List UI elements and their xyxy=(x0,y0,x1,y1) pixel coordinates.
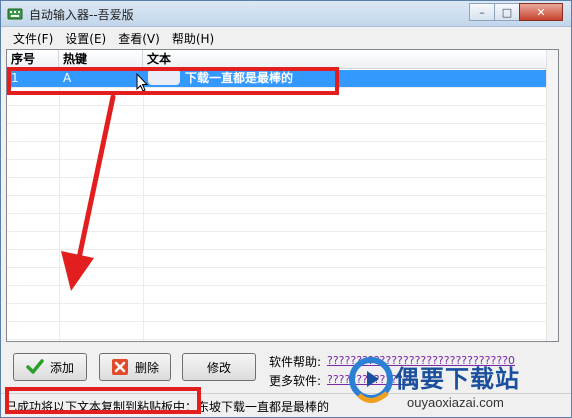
watermark: 偶要下载站 ouyaoxiazai.com xyxy=(349,355,569,415)
watermark-domain: ouyaoxiazai.com xyxy=(407,395,504,410)
watermark-title: 偶要下载站 xyxy=(395,365,520,393)
watermark-logo-icon xyxy=(349,357,393,403)
app-window: 自动输入器--吾爱版 – □ ✕ 文件(F) 设置(E) 查看(V) 帮助(H)… xyxy=(0,0,572,418)
